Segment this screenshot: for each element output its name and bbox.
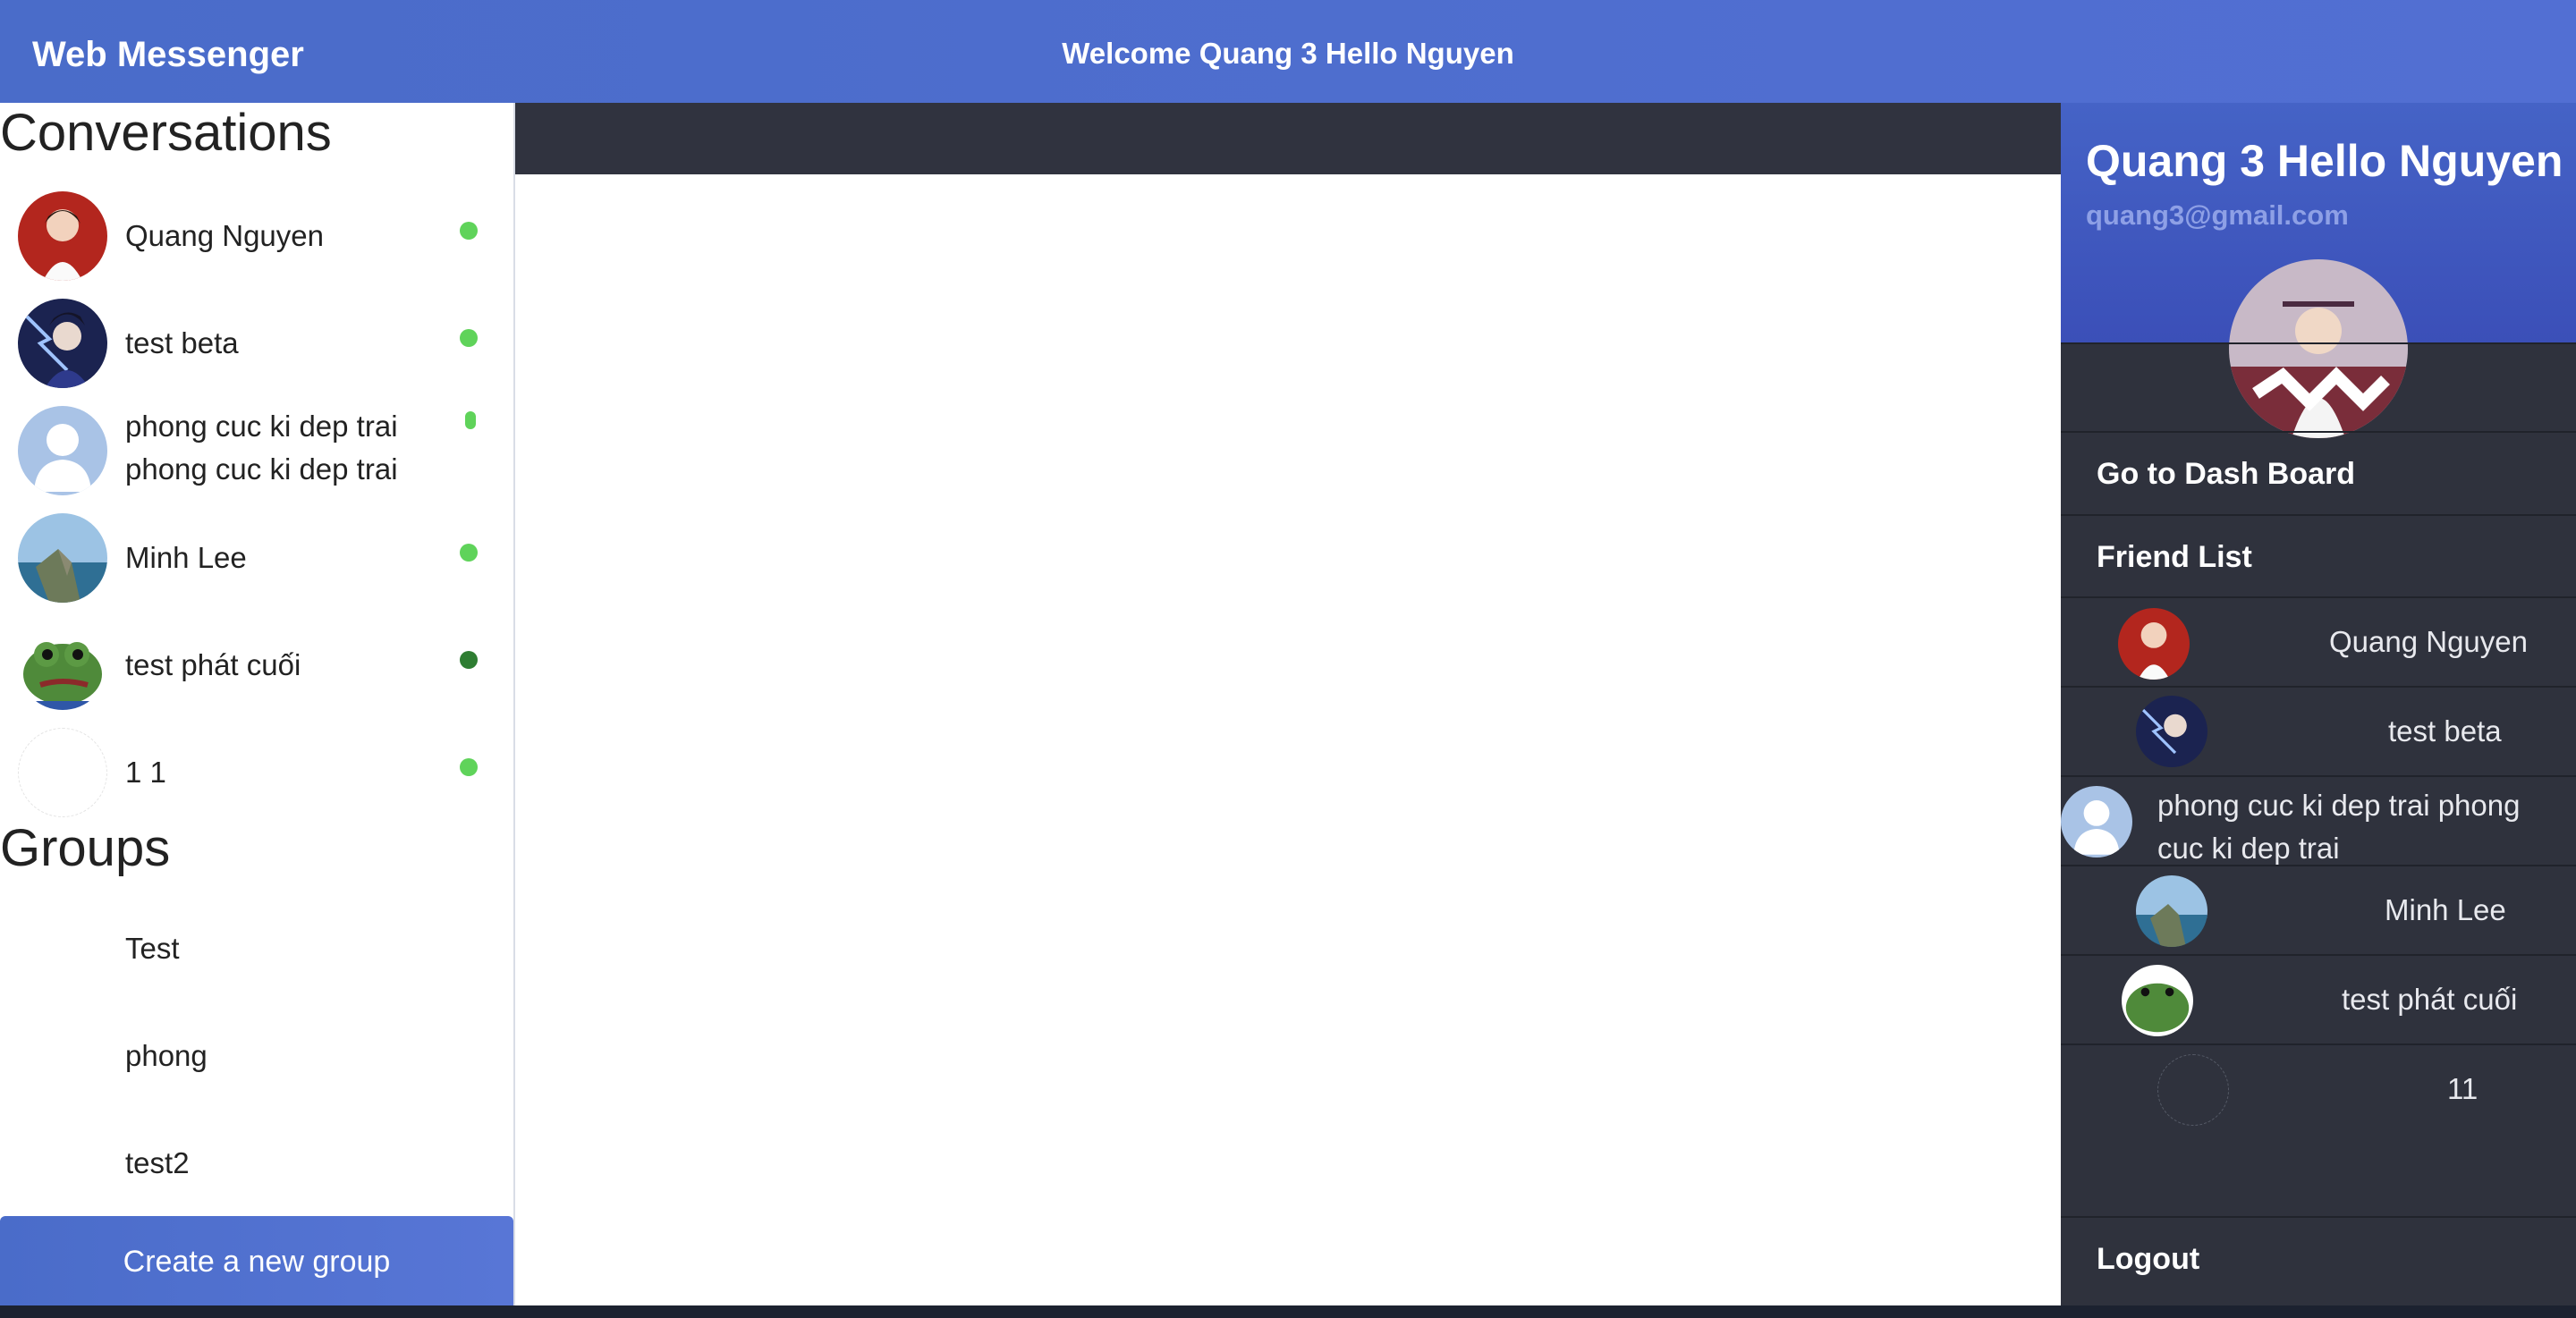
friend-item[interactable]: Minh Lee bbox=[2061, 865, 2576, 956]
friend-item[interactable]: test beta bbox=[2061, 686, 2576, 777]
conversation-name: 1 1 bbox=[125, 756, 166, 789]
group-item[interactable]: phong bbox=[125, 1039, 208, 1073]
avatar bbox=[18, 728, 107, 817]
online-indicator bbox=[460, 651, 478, 669]
default-avatar-icon bbox=[2061, 786, 2132, 858]
avatar bbox=[2118, 608, 2190, 680]
online-indicator bbox=[460, 222, 478, 240]
friend-name: Quang Nguyen bbox=[2329, 625, 2528, 658]
conversation-name: phong cuc ki dep trai phong cuc ki dep t… bbox=[125, 410, 398, 486]
conversation-name: Quang Nguyen bbox=[125, 219, 324, 252]
conversation-name: test beta bbox=[125, 326, 239, 359]
friend-item[interactable]: 11 bbox=[2061, 1043, 2576, 1135]
app-window: Web Messenger Welcome Quang 3 Hello Nguy… bbox=[0, 0, 2576, 1305]
friend-name: 11 bbox=[2447, 1072, 2479, 1105]
conversation-name: Minh Lee bbox=[125, 541, 247, 574]
avatar bbox=[18, 299, 107, 388]
conversation-item[interactable]: test phát cuối bbox=[0, 613, 513, 718]
friend-item[interactable]: phong cuc ki dep trai phong cuc ki dep t… bbox=[2061, 775, 2576, 866]
divider bbox=[2061, 342, 2576, 344]
conversation-name: test phát cuối bbox=[125, 648, 301, 681]
group-item[interactable]: Test bbox=[125, 932, 180, 966]
conversation-item[interactable]: Quang Nguyen bbox=[0, 183, 513, 289]
avatar bbox=[2122, 965, 2193, 1036]
avatar bbox=[18, 621, 107, 710]
avatar bbox=[18, 191, 107, 281]
friend-name: test beta bbox=[2388, 714, 2502, 748]
conversations-title: Conversations bbox=[0, 104, 332, 162]
conversation-item[interactable]: test beta bbox=[0, 291, 513, 396]
profile-email: quang3@gmail.com bbox=[2086, 199, 2349, 231]
chat-area bbox=[515, 174, 2061, 1305]
welcome-text: Welcome Quang 3 Hello Nguyen bbox=[1062, 37, 1514, 70]
friend-list-heading: Friend List bbox=[2061, 514, 2576, 596]
logout-button[interactable]: Logout bbox=[2061, 1218, 2576, 1300]
window-bottom-edge bbox=[0, 1305, 2576, 1318]
groups-title: Groups bbox=[0, 819, 171, 877]
profile-sidebar: Quang 3 Hello Nguyen quang3@gmail.com Go… bbox=[2061, 103, 2576, 1305]
top-bar: Web Messenger Welcome Quang 3 Hello Nguy… bbox=[0, 0, 2576, 103]
group-item[interactable]: test2 bbox=[125, 1146, 190, 1180]
online-indicator bbox=[460, 758, 478, 776]
avatar bbox=[2157, 1054, 2229, 1126]
profile-avatar[interactable] bbox=[2229, 259, 2408, 438]
conversations-panel: Conversations Quang Nguyen test beta pho… bbox=[0, 103, 515, 1305]
avatar bbox=[2136, 875, 2207, 947]
default-avatar-icon bbox=[18, 406, 107, 495]
conversation-item[interactable]: phong cuc ki dep trai phong cuc ki dep t… bbox=[0, 398, 513, 503]
profile-name: Quang 3 Hello Nguyen bbox=[2086, 136, 2563, 186]
avatar bbox=[18, 513, 107, 603]
avatar bbox=[2136, 696, 2207, 767]
dashboard-link[interactable]: Go to Dash Board bbox=[2061, 431, 2576, 513]
conversation-item[interactable]: 1 1 bbox=[0, 720, 513, 825]
friend-name: phong cuc ki dep trai phong cuc ki dep t… bbox=[2157, 789, 2521, 865]
create-group-button[interactable]: Create a new group bbox=[0, 1216, 513, 1305]
online-indicator bbox=[460, 544, 478, 562]
online-indicator bbox=[465, 411, 476, 429]
friend-name: Minh Lee bbox=[2385, 893, 2506, 926]
friend-name: test phát cuối bbox=[2342, 983, 2518, 1016]
friend-item[interactable]: test phát cuối bbox=[2061, 954, 2576, 1045]
friend-item[interactable]: Quang Nguyen bbox=[2061, 596, 2576, 688]
online-indicator bbox=[460, 329, 478, 347]
conversation-item[interactable]: Minh Lee bbox=[0, 505, 513, 611]
chat-header bbox=[515, 103, 2061, 174]
